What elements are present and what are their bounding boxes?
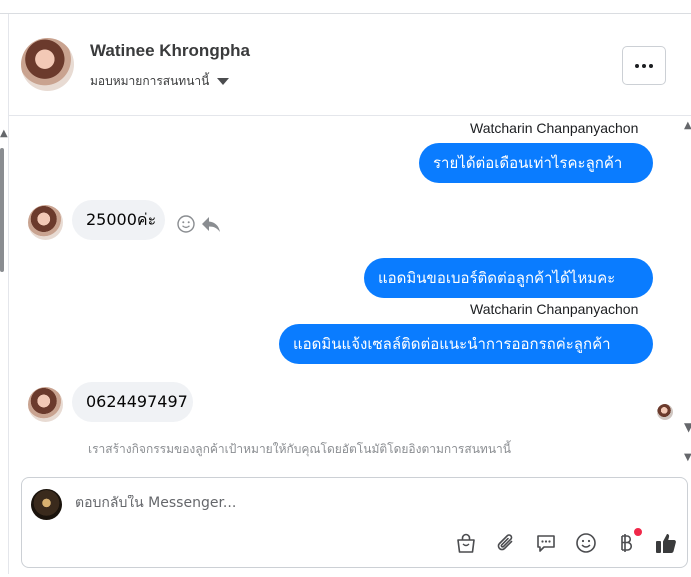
- incoming-message[interactable]: 0624497497: [72, 382, 193, 422]
- reply-arrow-icon[interactable]: [201, 215, 221, 237]
- scroll-down-secondary-icon[interactable]: ▼: [684, 452, 691, 463]
- left-scrollbar-thumb[interactable]: [0, 148, 4, 272]
- caret-down-icon: [217, 78, 230, 85]
- more-dots-icon: [635, 63, 653, 68]
- emoji-icon[interactable]: [574, 531, 598, 555]
- scroll-down-icon[interactable]: ▼: [684, 420, 691, 434]
- baht-payment-icon[interactable]: [614, 528, 642, 555]
- thumbs-up-icon[interactable]: [654, 531, 678, 555]
- more-options-button[interactable]: [622, 46, 666, 85]
- reply-composer: [21, 477, 688, 568]
- seen-receipt-avatar: [657, 404, 673, 420]
- conversation-header: Watinee Khrongpha มอบหมายการสนทนานี้: [9, 14, 691, 116]
- saved-reply-icon[interactable]: [534, 531, 558, 555]
- outgoing-message[interactable]: รายได้ต่อเดือนเท่าไรคะลูกค้า: [419, 143, 653, 183]
- customer-avatar-small[interactable]: [28, 205, 63, 240]
- customer-avatar[interactable]: [21, 38, 74, 91]
- assign-conversation-dropdown[interactable]: มอบหมายการสนทนานี้: [90, 72, 230, 91]
- paperclip-icon[interactable]: [494, 531, 518, 555]
- scroll-up-left-icon[interactable]: ▲: [0, 128, 8, 139]
- outgoing-message[interactable]: แอดมินแจ้งเซลล์ติดต่อแนะนำการออกรถค่ะลูก…: [279, 324, 653, 364]
- react-emoji-icon[interactable]: [177, 215, 195, 237]
- message-actions: [177, 215, 221, 237]
- message-sender-name: Watcharin Chanpanyachon: [470, 120, 639, 136]
- message-sender-name: Watcharin Chanpanyachon: [470, 301, 639, 317]
- customer-avatar-small[interactable]: [28, 387, 63, 422]
- customer-name[interactable]: Watinee Khrongpha: [90, 41, 250, 61]
- outgoing-message[interactable]: แอดมินขอเบอร์ติดต่อลูกค้าได้ไหมคะ: [364, 258, 653, 298]
- page-avatar: [31, 489, 62, 520]
- notification-dot: [634, 528, 642, 536]
- auto-activity-notice: เราสร้างกิจกรรมของลูกค้าเป้าหมายให้กับคุ…: [88, 442, 511, 456]
- incoming-message[interactable]: 25000ค่ะ: [72, 200, 165, 240]
- reply-input[interactable]: [75, 495, 635, 511]
- scroll-up-icon[interactable]: ▲: [684, 120, 691, 131]
- composer-toolbar: [454, 528, 678, 555]
- shopping-bag-icon[interactable]: [454, 531, 478, 555]
- assign-label: มอบหมายการสนทนานี้: [90, 74, 210, 88]
